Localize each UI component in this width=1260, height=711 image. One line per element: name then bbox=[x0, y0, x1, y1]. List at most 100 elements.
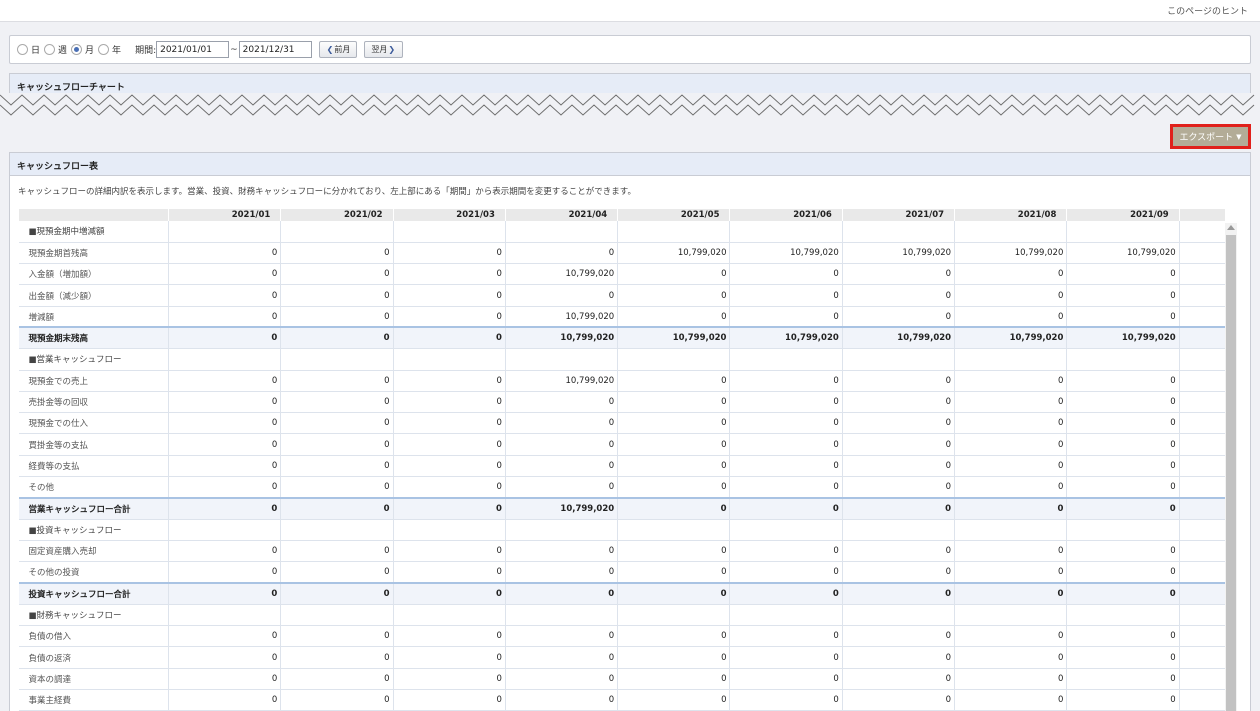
table-cell: 0 bbox=[392, 625, 506, 648]
table-cell: 0 bbox=[841, 455, 955, 478]
table-cell: 0 bbox=[167, 689, 281, 711]
table-cell: 0 bbox=[954, 284, 1067, 307]
period-from-input[interactable] bbox=[156, 41, 230, 58]
table-cell: 0 bbox=[167, 391, 281, 414]
table-cell bbox=[280, 604, 394, 627]
month-column-header: 2021/07 bbox=[841, 209, 955, 221]
table-cell: 0 bbox=[167, 242, 281, 265]
table-cell: 0 bbox=[729, 582, 843, 605]
table-cell: 0 bbox=[954, 668, 1067, 691]
next-month-button[interactable]: 翌月 ❯ bbox=[364, 41, 404, 58]
table-cell: 0 bbox=[392, 561, 506, 584]
period-unit-radio[interactable]: 年 bbox=[98, 43, 121, 56]
table-cell: 0 bbox=[841, 284, 955, 307]
table-cell: 10,799,020 bbox=[841, 242, 955, 265]
month-column-header: 2021/09 bbox=[1066, 209, 1180, 221]
row-label: 負債の返済 bbox=[18, 646, 169, 669]
row-label: 負債の借入 bbox=[18, 625, 169, 648]
cashflow-grid[interactable]: 2021/01 2021/02 2021/03 2021/04 2021/05 2021/… bbox=[18, 209, 1225, 711]
table-cell: 10,799,020 bbox=[954, 326, 1067, 350]
table-cell: 0 bbox=[841, 668, 955, 691]
table-cell bbox=[1178, 306, 1225, 328]
period-unit-radio[interactable]: 日 bbox=[17, 43, 40, 56]
table-cell: 0 bbox=[504, 412, 618, 435]
row-label: 資本の調達 bbox=[18, 668, 169, 691]
table-cell: 0 bbox=[841, 476, 955, 499]
table-cell: 0 bbox=[617, 582, 730, 605]
period-unit-radio[interactable]: 週 bbox=[44, 43, 67, 56]
month-column-header: 2021/03 bbox=[392, 209, 506, 221]
table-cell: 0 bbox=[841, 263, 955, 286]
table-cell: 0 bbox=[167, 326, 281, 350]
table-cell: 0 bbox=[617, 455, 730, 478]
table-cell: 0 bbox=[1066, 540, 1180, 563]
radio-circle-icon[interactable] bbox=[44, 44, 56, 55]
table-cell bbox=[1178, 370, 1225, 392]
section-row: ■現預金期中増減額 bbox=[18, 221, 1225, 243]
chevron-left-icon: ❮ bbox=[326, 45, 334, 54]
table-cell: 0 bbox=[617, 391, 730, 414]
radio-circle-icon[interactable] bbox=[98, 44, 110, 55]
table-cell: 0 bbox=[504, 582, 618, 605]
table-cell: 0 bbox=[841, 561, 955, 584]
table-row: 負債の借入 0 0 0 0 0 0 0 0 0 bbox=[18, 625, 1225, 648]
export-button[interactable]: エクスポート ▼ bbox=[1170, 124, 1251, 149]
table-row: 売掛金等の回収 0 0 0 0 0 0 0 0 0 bbox=[18, 391, 1225, 414]
table-scrollbar[interactable] bbox=[1225, 223, 1237, 711]
table-cell: 0 bbox=[1066, 433, 1180, 456]
table-cell: 0 bbox=[504, 242, 618, 265]
table-cell bbox=[1066, 348, 1180, 371]
table-cell: 0 bbox=[729, 433, 843, 456]
scroll-thumb[interactable] bbox=[1226, 235, 1236, 711]
table-cell: 0 bbox=[841, 412, 955, 435]
radio-circle-icon[interactable] bbox=[71, 44, 83, 55]
table-cell: 10,799,020 bbox=[504, 306, 618, 328]
table-row: 増減額 0 0 0 10,799,020 0 0 0 0 0 bbox=[18, 306, 1225, 328]
table-cell: 0 bbox=[392, 263, 506, 286]
table-cell: 0 bbox=[954, 561, 1067, 584]
table-cell: 0 bbox=[167, 412, 281, 435]
month-column-header: 2021/1 bbox=[1178, 209, 1225, 221]
table-cell: 0 bbox=[392, 496, 506, 520]
table-cell: 10,799,020 bbox=[954, 242, 1067, 265]
prev-month-button[interactable]: ❮ 前月 bbox=[318, 41, 358, 58]
table-cell bbox=[392, 604, 506, 627]
table-cell: 0 bbox=[954, 306, 1067, 328]
table-cell bbox=[729, 221, 843, 243]
table-cell: 0 bbox=[729, 496, 843, 520]
table-cell: 0 bbox=[1066, 582, 1180, 605]
section-row: ■財務キャッシュフロー bbox=[18, 604, 1225, 627]
table-cell: 0 bbox=[617, 646, 730, 669]
table-cell: 0 bbox=[1066, 668, 1180, 691]
table-cell: 0 bbox=[504, 476, 618, 499]
table-cell: 0 bbox=[617, 412, 730, 435]
table-cell: 0 bbox=[954, 391, 1067, 414]
table-cell: 0 bbox=[729, 306, 843, 328]
radio-circle-icon[interactable] bbox=[17, 44, 28, 55]
month-column-header: 2021/01 bbox=[167, 209, 281, 221]
table-cell bbox=[1178, 433, 1225, 456]
period-unit-radio[interactable]: 月 bbox=[71, 43, 94, 56]
table-cell: 0 bbox=[954, 263, 1067, 286]
cashflow-chart-title: キャッシュフローチャート bbox=[17, 83, 125, 93]
page-hint-link[interactable]: このページのヒント bbox=[1167, 4, 1248, 17]
table-cell: 0 bbox=[617, 433, 730, 456]
table-cell: 0 bbox=[280, 242, 394, 265]
row-label: ■財務キャッシュフロー bbox=[18, 604, 169, 627]
table-cell: 0 bbox=[167, 561, 281, 584]
row-label: 現預金での売上 bbox=[18, 370, 169, 392]
table-cell: 0 bbox=[1066, 625, 1180, 648]
table-cell bbox=[617, 604, 730, 627]
table-cell bbox=[504, 604, 618, 627]
scroll-up-arrow-icon[interactable] bbox=[1227, 225, 1235, 230]
row-label: 売掛金等の回収 bbox=[18, 391, 169, 414]
table-cell: 0 bbox=[729, 668, 843, 691]
period-to-input[interactable] bbox=[238, 41, 312, 58]
total-row: 営業キャッシュフロー合計 0 0 0 10,799,020 0 0 0 0 0 bbox=[18, 496, 1225, 520]
row-label: ■投資キャッシュフロー bbox=[18, 519, 169, 541]
table-cell: 0 bbox=[280, 625, 394, 648]
table-cell: 10,799,020 bbox=[1066, 242, 1180, 265]
table-cell: 0 bbox=[392, 646, 506, 669]
table-cell: 0 bbox=[280, 284, 394, 307]
table-cell bbox=[392, 348, 506, 371]
